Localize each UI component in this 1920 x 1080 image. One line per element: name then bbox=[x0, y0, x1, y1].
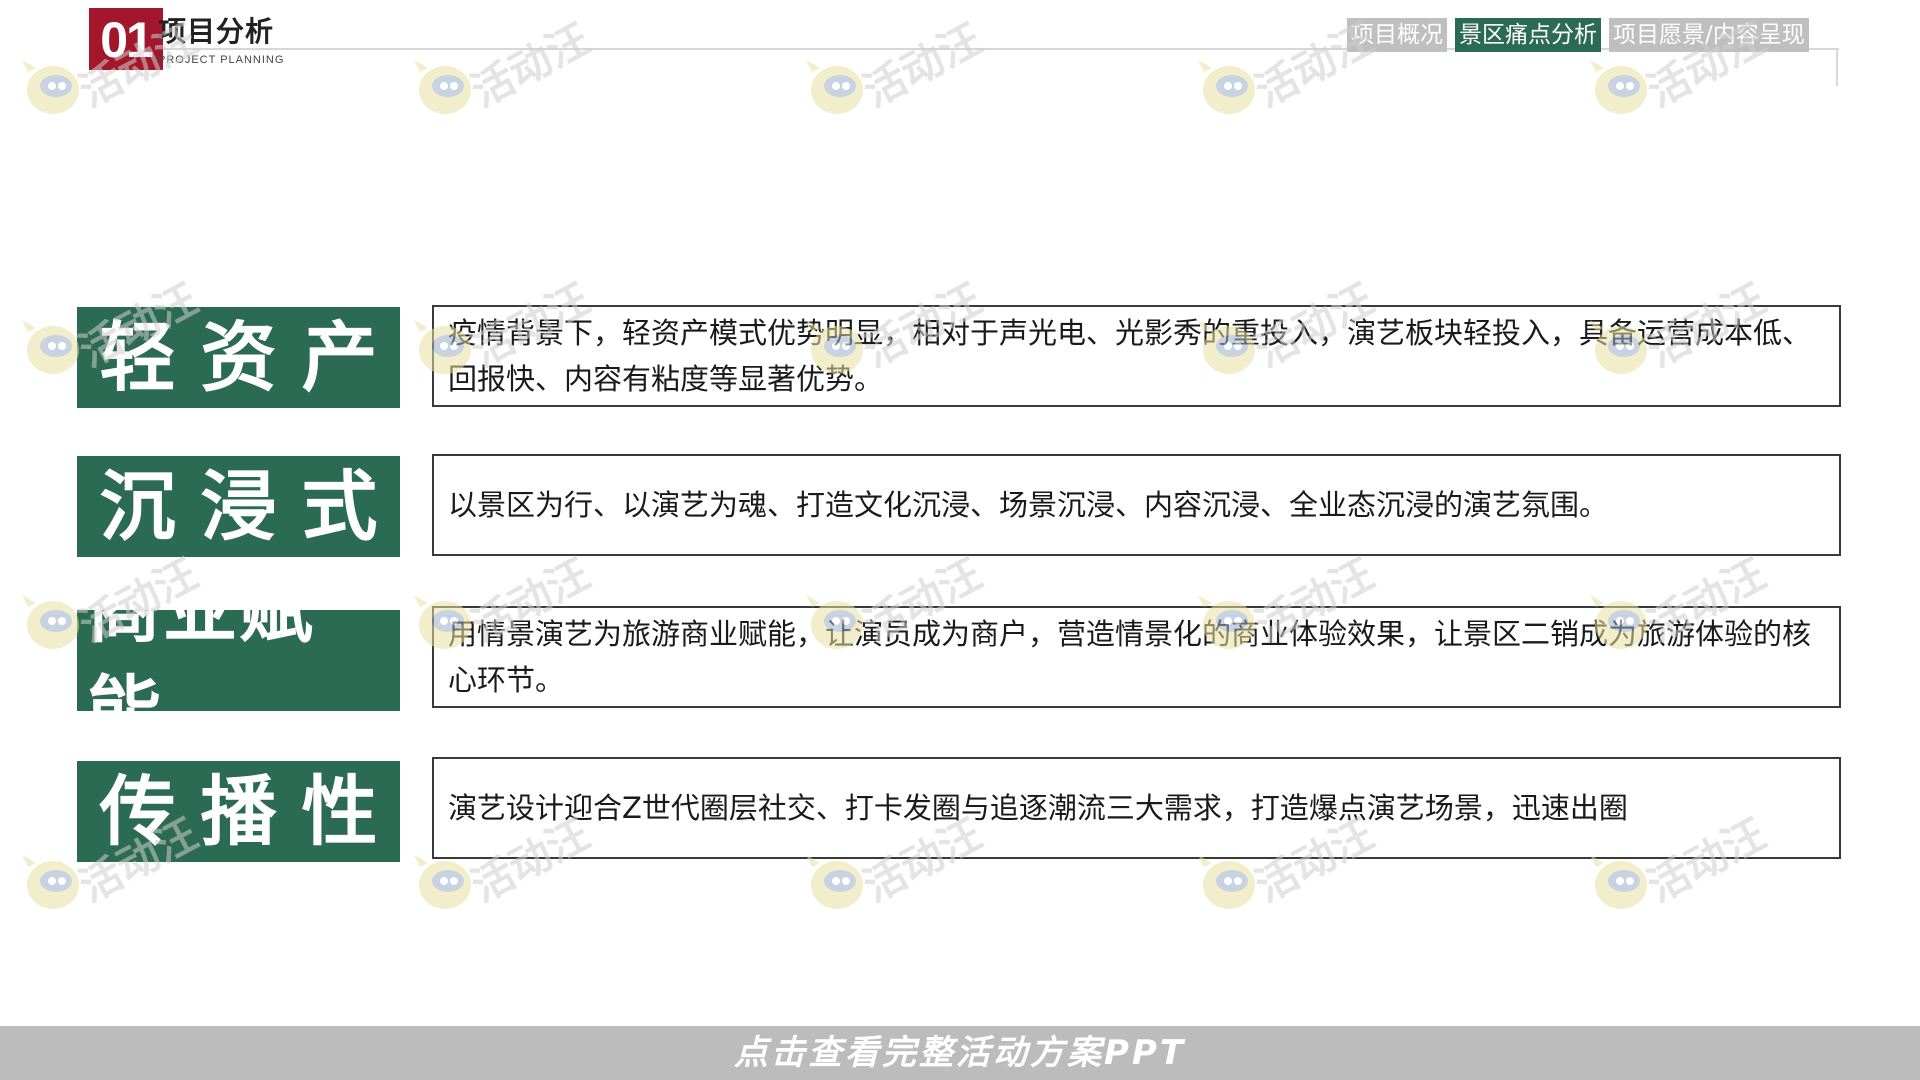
row-label-char: 浸 bbox=[200, 462, 277, 551]
row-label-light-asset: 轻 资 产 bbox=[77, 307, 400, 408]
section-subtitle: PROJECT PLANNING bbox=[158, 54, 285, 66]
section-number: 01 bbox=[89, 8, 163, 70]
header-divider-end bbox=[1836, 48, 1838, 86]
tab-project-overview[interactable]: 项目概况 bbox=[1347, 18, 1447, 52]
nav-tabs: 项目概况 景区痛点分析 项目愿景/内容呈现 bbox=[1347, 18, 1809, 52]
watermark-text: 活动汪 bbox=[463, 13, 598, 117]
section-title: 项目分析 bbox=[158, 15, 275, 48]
row-text-commercial: 用情景演艺为旅游商业赋能，让演员成为商户，营造情景化的商业体验效果，让景区二销成… bbox=[432, 606, 1841, 708]
row-text-light-asset: 疫情背景下，轻资产模式优势明显，相对于声光电、光影秀的重投入，演艺板块轻投入，具… bbox=[432, 305, 1841, 407]
row-label-char: 传 bbox=[99, 767, 176, 856]
row-text-immersive: 以景区为行、以演艺为魂、打造文化沉浸、场景沉浸、内容沉浸、全业态沉浸的演艺氛围。 bbox=[432, 454, 1841, 556]
row-label-char: 性 bbox=[301, 767, 378, 856]
row-label-commercial: 商业赋能 bbox=[77, 567, 400, 754]
row-label-immersive: 沉 浸 式 bbox=[77, 456, 400, 557]
row-label-char: 式 bbox=[301, 462, 378, 551]
row-label-char: 播 bbox=[200, 767, 277, 856]
row-text-spread: 演艺设计迎合Z世代圈层社交、打卡发圈与追逐潮流三大需求，打造爆点演艺场景，迅速出… bbox=[432, 757, 1841, 859]
row-label-char: 沉 bbox=[99, 462, 176, 551]
row-label-char: 轻 bbox=[99, 313, 176, 402]
row-label-char: 产 bbox=[301, 313, 378, 402]
footer-banner[interactable]: 点击查看完整活动方案PPT bbox=[0, 1026, 1920, 1080]
watermark: 活动汪 bbox=[802, 14, 992, 130]
row-label-char: 资 bbox=[200, 313, 277, 402]
watermark: 活动汪 bbox=[410, 14, 600, 130]
watermark-text: 活动汪 bbox=[855, 13, 990, 117]
row-label-spread: 传 播 性 bbox=[77, 761, 400, 862]
tab-pain-point-analysis[interactable]: 景区痛点分析 bbox=[1455, 18, 1601, 52]
tab-project-vision[interactable]: 项目愿景/内容呈现 bbox=[1609, 18, 1809, 52]
